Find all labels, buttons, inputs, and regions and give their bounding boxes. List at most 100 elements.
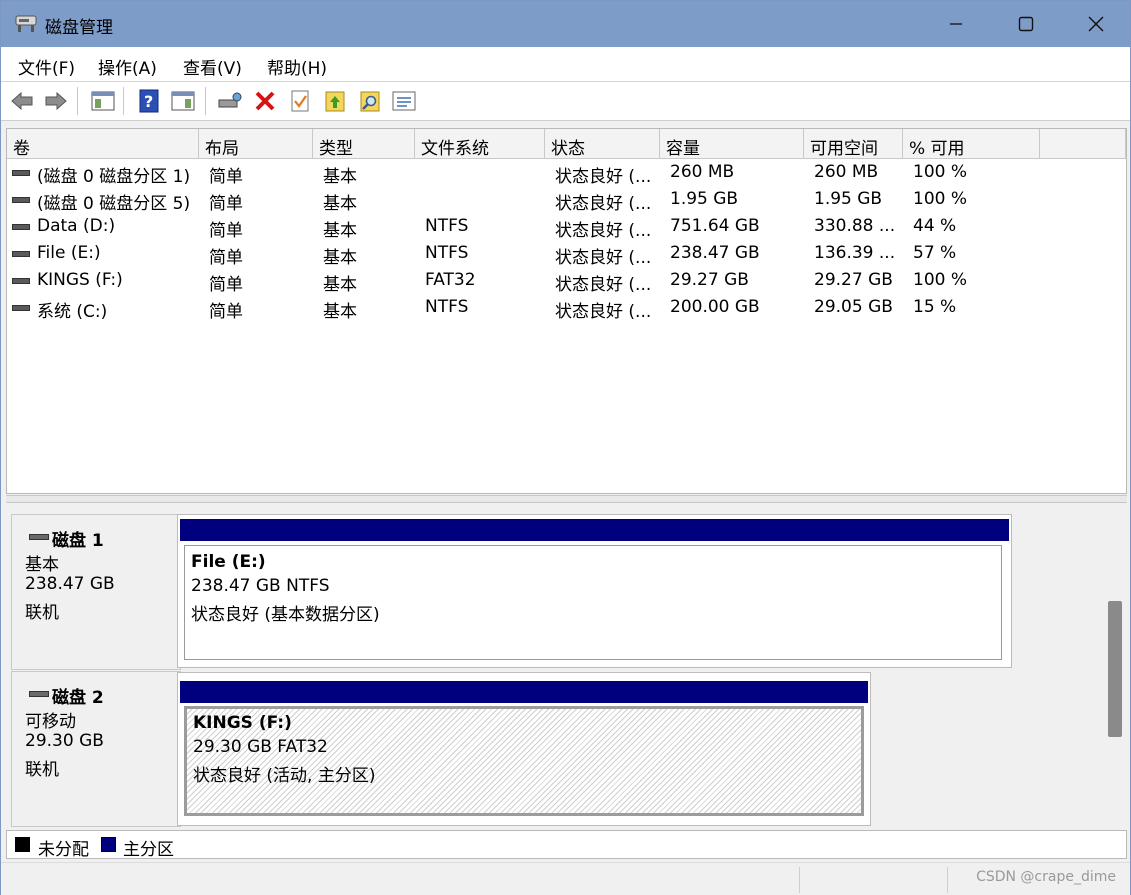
maximize-button[interactable]	[991, 1, 1061, 47]
disk-type: 可移动	[25, 712, 76, 732]
cell-filesystem: NTFS	[425, 243, 469, 263]
disk-management-icon	[15, 15, 37, 32]
cell-free-space: 1.95 GB	[814, 189, 883, 209]
disk-icon	[29, 534, 49, 540]
column-header-status[interactable]: 状态	[545, 129, 660, 159]
cell-type: 基本	[323, 194, 357, 214]
connect-drive-button[interactable]	[217, 88, 243, 114]
menu-file[interactable]: 文件(F)	[18, 54, 75, 79]
show-hide-console-tree-button[interactable]	[90, 88, 116, 114]
table-row[interactable]: 系统 (C:) 简单 基本 NTFS 状态良好 (... 200.00 GB 29.05 G…	[7, 294, 1126, 322]
maximize-icon	[1018, 16, 1034, 32]
partition-name: KINGS (F:)	[193, 713, 292, 733]
cell-volume: KINGS (F:)	[37, 270, 123, 290]
partition-file-e[interactable]: File (E:) 238.47 GB NTFS 状态良好 (基本数据分区)	[184, 545, 1002, 660]
cell-status: 状态良好 (...	[555, 221, 652, 241]
cell-layout: 简单	[209, 275, 243, 295]
disk-name: 磁盘 1	[52, 531, 104, 551]
partition-kings-f[interactable]: KINGS (F:) 29.30 GB FAT32 状态良好 (活动, 主分区)	[184, 706, 864, 816]
delete-button[interactable]	[252, 88, 278, 114]
cell-free-space: 260 MB	[814, 162, 879, 182]
volume-icon	[12, 170, 30, 176]
column-header-type[interactable]: 类型	[313, 129, 415, 159]
check-icon	[291, 90, 309, 112]
cell-layout: 简单	[209, 194, 243, 214]
export-list-icon	[325, 91, 345, 112]
disk-size: 29.30 GB	[25, 731, 104, 751]
cell-volume: (磁盘 0 磁盘分区 1)	[37, 167, 191, 187]
properties-icon	[392, 91, 416, 111]
forward-button[interactable]	[43, 88, 69, 114]
primary-partition-bar	[180, 519, 1009, 541]
toolbar-separator	[205, 87, 206, 115]
svg-text:?: ?	[144, 92, 153, 111]
close-button[interactable]	[1061, 1, 1131, 47]
toolbar-separator	[123, 87, 124, 115]
table-row[interactable]: (磁盘 0 磁盘分区 5) 简单 基本 状态良好 (... 1.95 GB 1.95 GB…	[7, 186, 1126, 214]
cell-type: 基本	[323, 167, 357, 187]
properties-button[interactable]	[391, 88, 417, 114]
menu-view[interactable]: 查看(V)	[183, 54, 242, 79]
primary-partition-bar	[180, 681, 868, 703]
show-hide-action-pane-button[interactable]	[170, 88, 196, 114]
menu-action[interactable]: 操作(A)	[98, 54, 157, 79]
disk-type: 基本	[25, 555, 59, 575]
column-header-capacity[interactable]: 容量	[660, 129, 804, 159]
volume-icon	[12, 251, 30, 257]
column-header-volume[interactable]: 卷	[7, 129, 199, 159]
show-hide-action-pane-icon	[171, 91, 195, 111]
search-button[interactable]	[357, 88, 383, 114]
column-header-layout[interactable]: 布局	[199, 129, 313, 159]
table-row[interactable]: (磁盘 0 磁盘分区 1) 简单 基本 状态良好 (... 260 MB 260 MB 10…	[7, 159, 1126, 187]
status-separator	[799, 867, 800, 893]
pane-splitter[interactable]	[6, 495, 1127, 503]
disk-name: 磁盘 2	[52, 688, 104, 708]
table-row[interactable]: KINGS (F:) 简单 基本 FAT32 状态良好 (... 29.27 GB 29.2…	[7, 267, 1126, 295]
cell-layout: 简单	[209, 221, 243, 241]
menu-bar: 文件(F) 操作(A) 查看(V) 帮助(H)	[1, 47, 1130, 82]
help-icon: ?	[139, 89, 159, 113]
partition-name: File (E:)	[191, 552, 266, 572]
disk-1-partition-area: File (E:) 238.47 GB NTFS 状态良好 (基本数据分区)	[177, 514, 1012, 668]
cell-free-space: 29.05 GB	[814, 297, 893, 317]
table-row[interactable]: Data (D:) 简单 基本 NTFS 状态良好 (... 751.64 GB 330.8…	[7, 213, 1126, 241]
column-header-empty	[1040, 129, 1126, 159]
column-header-filesystem[interactable]: 文件系统	[415, 129, 545, 159]
help-button[interactable]: ?	[136, 88, 162, 114]
cell-free-space: 330.88 ...	[814, 216, 896, 236]
cell-percent-free: 100 %	[913, 270, 968, 290]
volume-icon	[12, 278, 30, 284]
scrollbar-thumb[interactable]	[1108, 601, 1122, 737]
volume-list: 卷 布局 类型 文件系统 状态 容量 可用空间 % 可用 (磁盘 0 磁盘分区 …	[6, 128, 1127, 494]
menu-help[interactable]: 帮助(H)	[267, 54, 327, 79]
table-row[interactable]: File (E:) 简单 基本 NTFS 状态良好 (... 238.47 GB 136.3…	[7, 240, 1126, 268]
status-bar	[1, 862, 1130, 895]
volume-icon	[12, 197, 30, 203]
disk-management-window: 磁盘管理 文件(F) 操作(A) 查看(V) 帮助(H) ? 卷 布局 类型 文…	[0, 0, 1131, 895]
disk-1-label[interactable]: 磁盘 1 基本 238.47 GB 联机	[11, 514, 181, 670]
cell-type: 基本	[323, 302, 357, 322]
minimize-button[interactable]	[921, 1, 991, 47]
legend-unallocated: 未分配	[38, 840, 89, 860]
cell-capacity: 260 MB	[670, 162, 735, 182]
minimize-icon	[950, 23, 962, 25]
cell-percent-free: 100 %	[913, 162, 968, 182]
column-header-percent-free[interactable]: % 可用	[903, 129, 1040, 159]
partition-size-fs: 238.47 GB NTFS	[191, 576, 330, 596]
legend-primary-partition: 主分区	[123, 840, 174, 860]
back-button[interactable]	[9, 88, 35, 114]
show-hide-console-tree-icon	[91, 91, 115, 111]
check-button[interactable]	[287, 88, 313, 114]
cell-percent-free: 57 %	[913, 243, 957, 263]
cell-status: 状态良好 (...	[555, 194, 652, 214]
export-list-button[interactable]	[322, 88, 348, 114]
cell-volume: (磁盘 0 磁盘分区 5)	[37, 194, 191, 214]
cell-layout: 简单	[209, 302, 243, 322]
cell-volume: 系统 (C:)	[37, 302, 108, 322]
column-header-free-space[interactable]: 可用空间	[804, 129, 903, 159]
disk-2-label[interactable]: 磁盘 2 可移动 29.30 GB 联机	[11, 671, 181, 827]
disk-2-partition-area: KINGS (F:) 29.30 GB FAT32 状态良好 (活动, 主分区)	[177, 672, 871, 826]
cell-status: 状态良好 (...	[555, 167, 652, 187]
window-title: 磁盘管理	[45, 18, 113, 38]
unallocated-swatch	[15, 837, 30, 852]
